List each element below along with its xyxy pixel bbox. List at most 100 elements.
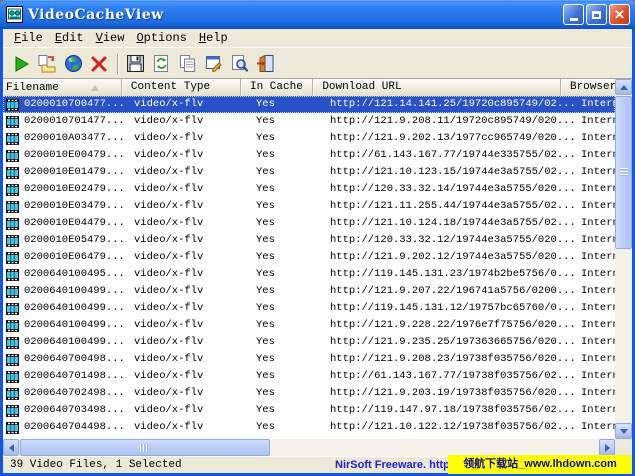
table-row[interactable]: 0200010E05479... video/x-flv Yes http://… xyxy=(3,232,615,249)
find-icon xyxy=(230,54,249,73)
minimize-button[interactable] xyxy=(563,4,584,25)
browser-cell: Intern xyxy=(575,249,615,266)
download-url-cell: http://119.145.131.12/19757bc65760/0... xyxy=(321,300,575,317)
browser-cell: Intern xyxy=(575,300,615,317)
in-cache-cell: Yes xyxy=(247,198,321,215)
filename-cell: 0200010E03479... xyxy=(24,198,125,215)
table-row[interactable]: 0200010A03477... video/x-flv Yes http://… xyxy=(3,130,615,147)
horizontal-scrollbar[interactable] xyxy=(3,439,615,456)
in-cache-cell: Yes xyxy=(247,300,321,317)
open-url-button[interactable] xyxy=(61,52,85,76)
menu-help[interactable]: Help xyxy=(193,30,234,46)
sort-ascending-icon xyxy=(91,85,99,91)
maximize-button[interactable] xyxy=(586,4,607,25)
table-row[interactable]: 0200010E06479... video/x-flv Yes http://… xyxy=(3,249,615,266)
column-header-download-url[interactable]: Download URL xyxy=(313,79,561,96)
content-type-cell: video/x-flv xyxy=(125,181,247,198)
find-button[interactable] xyxy=(227,52,251,76)
table-row[interactable]: 0200640100499... video/x-flv Yes http://… xyxy=(3,283,615,300)
vertical-scrollbar-thumb[interactable] xyxy=(615,96,632,249)
table-row[interactable]: 0200640700498... video/x-flv Yes http://… xyxy=(3,351,615,368)
scroll-right-button[interactable] xyxy=(599,439,615,456)
filename-cell: 0200640100499... xyxy=(24,334,125,351)
table-row[interactable]: 0200640701498... video/x-flv Yes http://… xyxy=(3,368,615,385)
table-row[interactable]: 0200010E04479... video/x-flv Yes http://… xyxy=(3,215,615,232)
copy-to-folder-button[interactable] xyxy=(35,52,59,76)
chevron-up-icon xyxy=(620,85,628,90)
chevron-right-icon xyxy=(605,444,610,452)
delete-button[interactable] xyxy=(87,52,111,76)
properties-button[interactable] xyxy=(201,52,225,76)
in-cache-cell: Yes xyxy=(247,266,321,283)
filename-cell: 0200010E01479... xyxy=(24,164,125,181)
content-type-cell: video/x-flv xyxy=(125,385,247,402)
download-url-cell: http://121.14.141.25/19720c895749/02... xyxy=(321,96,575,113)
browser-cell: Intern xyxy=(575,130,615,147)
column-header-browser[interactable]: Browser xyxy=(561,79,615,96)
save-button[interactable] xyxy=(123,52,147,76)
content-type-cell: video/x-flv xyxy=(125,351,247,368)
menu-view[interactable]: View xyxy=(90,30,131,46)
browser-cell: Intern xyxy=(575,368,615,385)
chevron-down-icon xyxy=(620,429,628,434)
table-row[interactable]: 0200640702498... video/x-flv Yes http://… xyxy=(3,385,615,402)
browser-cell: Intern xyxy=(575,232,615,249)
column-header-filename[interactable]: Filename xyxy=(3,79,122,96)
scroll-left-button[interactable] xyxy=(3,439,19,456)
menu-edit[interactable]: Edit xyxy=(49,30,90,46)
browser-cell: Intern xyxy=(575,419,615,436)
film-strip-icon xyxy=(6,218,19,230)
column-header-content-type[interactable]: Content Type xyxy=(122,79,241,96)
content-type-cell: video/x-flv xyxy=(125,198,247,215)
table-row[interactable]: 0200010E02479... video/x-flv Yes http://… xyxy=(3,181,615,198)
horizontal-scrollbar-thumb[interactable] xyxy=(20,439,270,456)
download-url-cell: http://61.143.167.77/19738f035756/02... xyxy=(321,368,575,385)
table-row[interactable]: 0200640100499... video/x-flv Yes http://… xyxy=(3,334,615,351)
table-row[interactable]: 0200010E00479... video/x-flv Yes http://… xyxy=(3,147,615,164)
vertical-scrollbar[interactable] xyxy=(615,79,632,439)
play-button[interactable] xyxy=(9,52,33,76)
list-header: Filename Content Type In Cache Download … xyxy=(3,79,615,96)
table-row[interactable]: 0200640100499... video/x-flv Yes http://… xyxy=(3,300,615,317)
table-row[interactable]: 0200640703498... video/x-flv Yes http://… xyxy=(3,402,615,419)
scroll-down-button[interactable] xyxy=(615,423,632,439)
refresh-button[interactable] xyxy=(149,52,173,76)
minimize-icon xyxy=(570,18,578,21)
download-url-cell: http://121.9.202.13/1977cc965749/020... xyxy=(321,130,575,147)
close-button[interactable]: ✕ xyxy=(609,4,630,25)
table-row[interactable]: 0200010E01479... video/x-flv Yes http://… xyxy=(3,164,615,181)
title-bar[interactable]: VideoCacheView ✕ xyxy=(0,0,635,29)
toolbar-separator xyxy=(117,54,119,74)
table-row[interactable]: 0200010700477... video/x-flv Yes http://… xyxy=(3,96,615,113)
filename-cell: 0200010A03477... xyxy=(24,130,125,147)
content-type-cell: video/x-flv xyxy=(125,130,247,147)
table-row[interactable]: 0200640704498... video/x-flv Yes http://… xyxy=(3,419,615,436)
column-header-in-cache[interactable]: In Cache xyxy=(241,79,313,96)
in-cache-cell: Yes xyxy=(247,113,321,130)
table-row[interactable]: 0200640100499... video/x-flv Yes http://… xyxy=(3,317,615,334)
film-strip-icon xyxy=(6,388,19,400)
toolbar xyxy=(3,49,632,78)
app-icon xyxy=(6,6,23,23)
filename-cell: 0200010E05479... xyxy=(24,232,125,249)
film-strip-icon xyxy=(6,184,19,196)
in-cache-cell: Yes xyxy=(247,130,321,147)
scroll-up-button[interactable] xyxy=(615,79,632,95)
menu-bar: File Edit View Options Help xyxy=(3,29,632,48)
refresh-icon xyxy=(152,54,171,73)
browser-cell: Intern xyxy=(575,351,615,368)
table-row[interactable]: 0200640100495... video/x-flv Yes http://… xyxy=(3,266,615,283)
filename-cell: 0200640100495... xyxy=(24,266,125,283)
film-strip-icon xyxy=(6,405,19,417)
scrollbar-corner xyxy=(615,439,632,456)
content-type-cell: video/x-flv xyxy=(125,113,247,130)
content-type-cell: video/x-flv xyxy=(125,266,247,283)
table-row[interactable]: 0200010701477... video/x-flv Yes http://… xyxy=(3,113,615,130)
exit-button[interactable] xyxy=(253,52,277,76)
menu-options[interactable]: Options xyxy=(130,30,192,46)
table-row[interactable]: 0200010E03479... video/x-flv Yes http://… xyxy=(3,198,615,215)
copy-button[interactable] xyxy=(175,52,199,76)
content-type-cell: video/x-flv xyxy=(125,283,247,300)
menu-file[interactable]: File xyxy=(8,30,49,46)
in-cache-cell: Yes xyxy=(247,249,321,266)
